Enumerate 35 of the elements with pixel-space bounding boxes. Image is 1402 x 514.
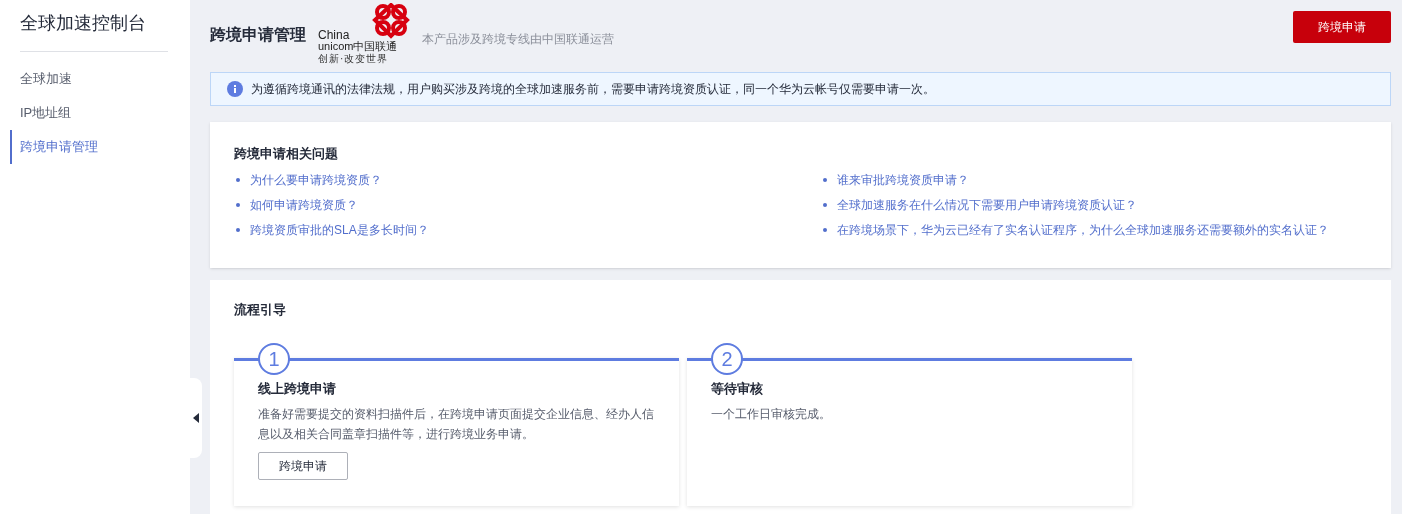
logo-slogan: 创新·改变世界 xyxy=(318,53,389,64)
logo-text: China xyxy=(318,29,350,41)
page-title: 跨境申请管理 xyxy=(210,25,306,45)
info-icon xyxy=(227,81,243,97)
caret-left-icon xyxy=(193,413,199,423)
step-description: 一个工作日审核完成。 xyxy=(711,406,832,423)
apply-button[interactable]: 跨境申请 xyxy=(258,452,348,480)
faq-link[interactable]: 如何申请跨境资质？ xyxy=(250,196,358,214)
faq-link[interactable]: 在跨境场景下，华为云已经有了实名认证程序，为什么全球加速服务还需要额外的实名认证？ xyxy=(836,221,1329,239)
step-number: 1 xyxy=(258,342,290,375)
step-title: 等待审核 xyxy=(711,379,764,398)
apply-button[interactable]: 跨境申请 xyxy=(1293,11,1391,43)
notice-text: 为遵循跨境通讯的法律法规，用户购买涉及跨境的全球加速服务前，需要申请跨境资质认证，同一个华为云帐号仅需要申请一次。 xyxy=(251,81,935,98)
sidebar-item[interactable]: IP地址组 xyxy=(20,96,168,130)
sidebar-item[interactable]: 跨境申请管理 xyxy=(10,130,168,164)
faq-link[interactable]: 谁来审批跨境资质申请？ xyxy=(836,171,969,189)
logo-text: unicom中国联通 xyxy=(318,40,398,52)
faq-title: 跨境申请相关问题 xyxy=(234,145,339,163)
sidebar-item[interactable]: 全球加速 xyxy=(20,62,168,96)
faq-link[interactable]: 跨境资质审批的SLA是多长时间？ xyxy=(250,221,429,239)
step-description: 准备好需要提交的资料扫描件后，在跨境申请页面提交企业信息、经办人信息以及相关合同盖章扫描件等，进行跨境业务申请。 xyxy=(258,406,655,443)
step-number: 2 xyxy=(711,342,743,375)
subtitle: 本产品涉及跨境专线由中国联通运营 xyxy=(422,31,614,48)
bullet-icon xyxy=(822,203,827,207)
bullet-icon xyxy=(822,178,827,182)
collapse-handle[interactable] xyxy=(190,378,202,458)
step-title: 线上跨境申请 xyxy=(258,379,337,398)
console-title: 全球加速控制台 xyxy=(20,0,168,52)
faq-link[interactable]: 为什么要申请跨境资质？ xyxy=(250,171,382,189)
faq-link[interactable]: 全球加速服务在什么情况下需要用户申请跨境资质认证？ xyxy=(836,196,1137,214)
bullet-icon xyxy=(822,228,827,232)
process-title: 流程引导 xyxy=(234,301,287,319)
bullet-icon xyxy=(236,203,240,207)
bullet-icon xyxy=(236,178,240,182)
bullet-icon xyxy=(236,228,240,232)
